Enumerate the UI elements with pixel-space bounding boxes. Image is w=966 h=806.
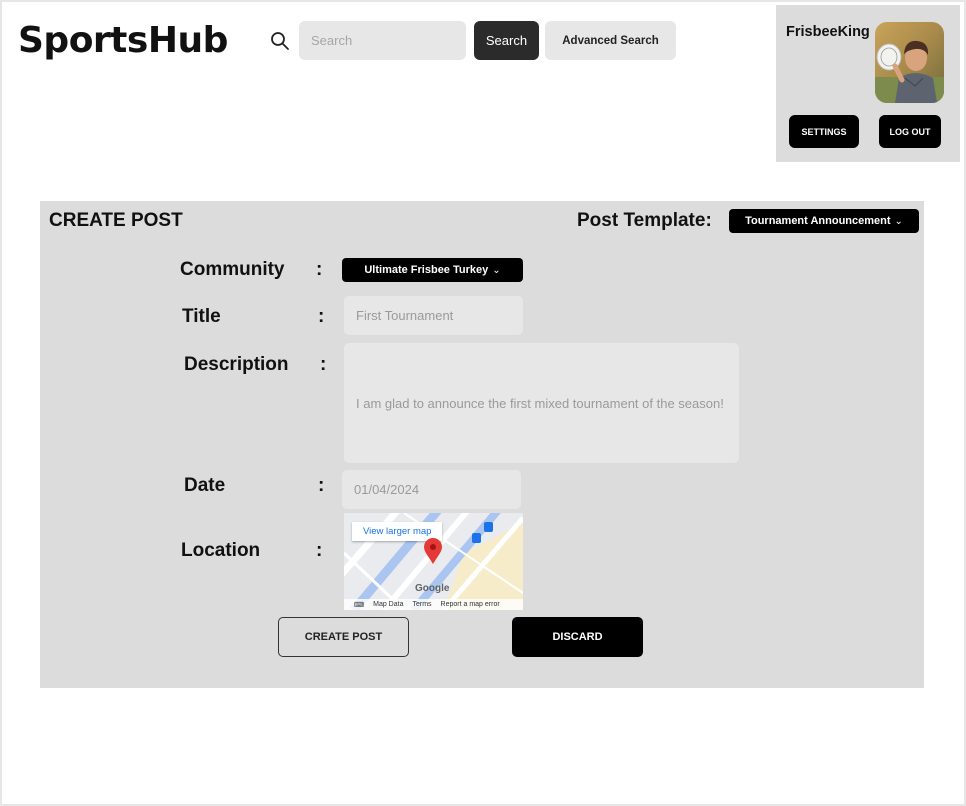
map-footer: ⌨ Map Data Terms Report a map error [344,599,523,610]
map-data-link[interactable]: Map Data [373,601,403,608]
discard-button[interactable]: DISCARD [512,617,643,657]
advanced-search-button[interactable]: Advanced Search [545,21,676,60]
date-colon: : [318,475,325,496]
site-logo[interactable]: SportsHub [18,20,228,61]
community-colon: : [316,259,323,280]
description-text: I am glad to announce the first mixed to… [356,395,724,411]
avatar[interactable] [875,22,944,103]
chevron-down-icon: ⌄ [492,264,501,276]
logout-button[interactable]: LOG OUT [879,115,941,148]
user-panel: FrisbeeKing SETTINGS LOG OUT [776,5,960,162]
create-post-button[interactable]: CREATE POST [278,617,409,657]
title-input[interactable] [344,296,523,335]
community-dropdown[interactable]: Ultimate Frisbee Turkey ⌄ [342,258,523,282]
map-pin-icon [424,538,442,564]
post-template-dropdown[interactable]: Tournament Announcement ⌄ [729,209,919,233]
title-label: Title [182,306,221,327]
location-map[interactable]: View larger map Google ⌨ Map Data Terms … [344,513,523,610]
location-colon: : [316,540,323,561]
post-template-label: Post Template: [577,210,712,231]
search-icon[interactable] [270,31,290,51]
google-logo: Google [415,583,450,594]
description-colon: : [320,354,327,375]
post-template-value: Tournament Announcement [745,215,891,227]
location-label: Location [181,540,261,561]
description-textarea[interactable]: I am glad to announce the first mixed to… [344,343,739,463]
date-label: Date [184,475,226,496]
settings-button[interactable]: SETTINGS [789,115,859,148]
community-label: Community [180,259,285,280]
date-input[interactable] [342,470,521,509]
search-button[interactable]: Search [474,21,539,60]
community-value: Ultimate Frisbee Turkey [364,264,489,276]
report-map-error-link[interactable]: Report a map error [441,601,500,608]
username: FrisbeeKing [786,24,870,40]
create-post-panel: CREATE POST Post Template: Tournament An… [40,201,924,688]
terms-link[interactable]: Terms [412,601,431,608]
panel-title: CREATE POST [49,210,183,231]
description-label: Description [184,354,289,375]
keyboard-icon: ⌨ [354,601,365,609]
chevron-down-icon: ⌄ [894,215,903,227]
search-input[interactable] [299,21,466,60]
title-colon: : [318,306,325,327]
